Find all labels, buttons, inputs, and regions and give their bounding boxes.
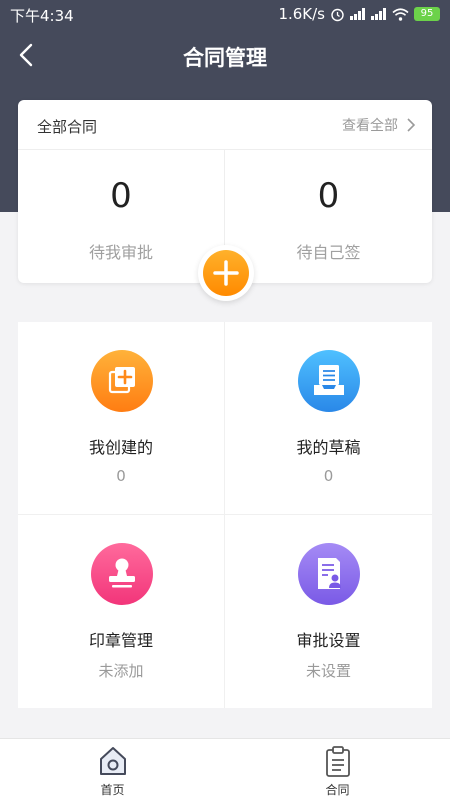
chevron-right-icon [407, 118, 416, 132]
page-title: 合同管理 [183, 46, 267, 70]
signal-icon-2 [371, 8, 387, 20]
draft-tray-icon [298, 350, 360, 412]
grid-item-count: 0 [323, 467, 334, 485]
summary-header: 全部合同 查看全部 [18, 100, 432, 150]
view-all-label: 查看全部 [342, 118, 398, 134]
grid-item-approval-settings[interactable]: 审批设置 未设置 [225, 515, 432, 708]
stat-pending-my-approval[interactable]: 0 待我审批 [18, 150, 225, 283]
grid-item-created-by-me[interactable]: 我创建的 0 [18, 322, 225, 515]
add-contract-button[interactable] [198, 245, 254, 301]
tab-home[interactable]: 首页 [0, 739, 225, 800]
tab-label: 首页 [100, 783, 125, 797]
nav-bar: 合同管理 [0, 32, 450, 78]
status-time: 下午4:34 [10, 7, 74, 25]
home-icon [100, 747, 126, 775]
approval-document-icon [298, 543, 360, 605]
alarm-icon [331, 8, 344, 21]
grid-item-status: 未添加 [98, 662, 144, 680]
grid-item-name: 我的草稿 [296, 438, 361, 457]
grid-item-status: 未设置 [305, 662, 351, 680]
stat-label: 待自己签 [296, 243, 361, 262]
function-grid: 我创建的 0 我的草稿 0 印章管理 未添加 审批设置 未设置 [18, 322, 432, 708]
grid-item-my-drafts[interactable]: 我的草稿 0 [225, 322, 432, 515]
stamp-icon [91, 543, 153, 605]
wifi-icon [392, 7, 409, 21]
grid-item-name: 我创建的 [88, 438, 153, 457]
add-document-icon [91, 350, 153, 412]
grid-item-seal-management[interactable]: 印章管理 未添加 [18, 515, 225, 708]
bottom-tab-bar: 首页 合同 [0, 738, 450, 800]
signal-icon [350, 8, 366, 20]
grid-item-name: 印章管理 [88, 631, 153, 650]
network-speed: 1.6K/s [278, 5, 325, 23]
clipboard-icon [326, 746, 350, 777]
view-all-link[interactable]: 查看全部 [342, 115, 416, 135]
battery-icon: 95 [414, 7, 440, 21]
tab-label: 合同 [325, 783, 350, 797]
plus-icon [203, 250, 249, 296]
grid-item-name: 审批设置 [296, 631, 361, 650]
summary-title: 全部合同 [37, 118, 98, 136]
tab-contract[interactable]: 合同 [225, 739, 450, 800]
status-bar: 下午4:34 1.6K/s 95 [0, 0, 450, 30]
stat-pending-self-sign[interactable]: 0 待自己签 [225, 150, 432, 283]
grid-item-count: 0 [116, 467, 126, 485]
stat-label: 待我审批 [88, 243, 153, 262]
stat-value: 0 [110, 176, 132, 216]
stat-value: 0 [317, 176, 340, 216]
